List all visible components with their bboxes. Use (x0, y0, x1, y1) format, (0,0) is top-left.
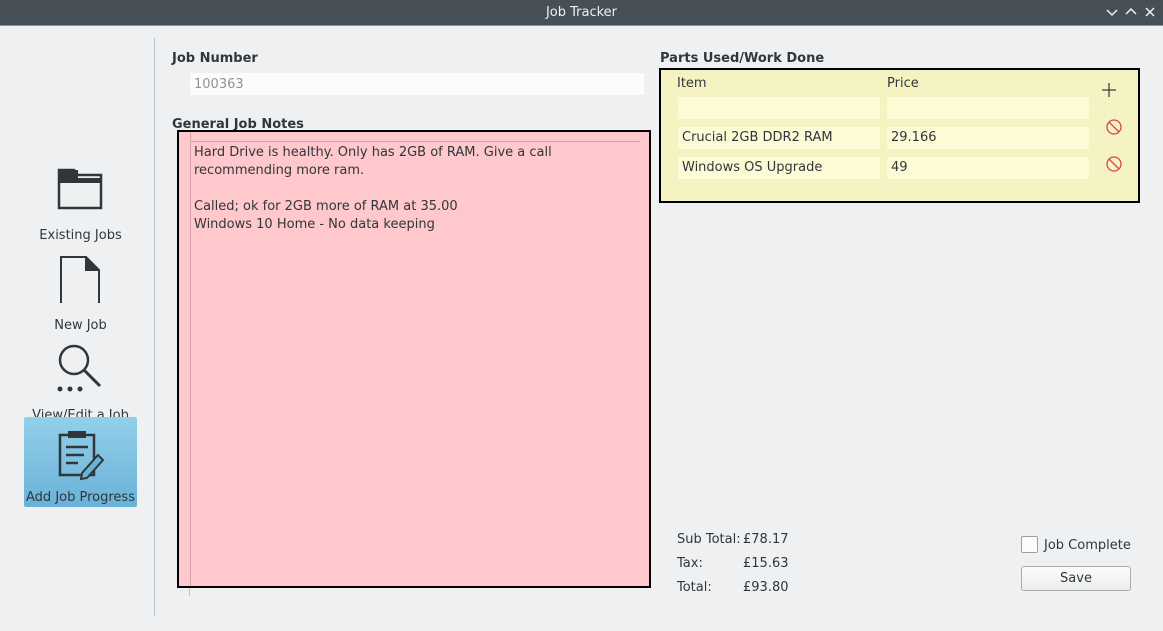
sidebar-item-add-job-progress[interactable]: Add Job Progress (24, 417, 137, 507)
sidebar-item-new-job[interactable]: New Job (24, 243, 137, 333)
price-column-header: Price (887, 76, 919, 91)
notes-textarea[interactable]: Hard Drive is healthy. Only has 2GB of R… (177, 130, 651, 588)
notes-edge (189, 588, 190, 596)
close-icon[interactable] (1142, 4, 1158, 20)
remove-icon[interactable] (1105, 155, 1123, 173)
window-title: Job Tracker (545, 5, 618, 20)
job-number-field[interactable] (190, 73, 644, 95)
sidebar-item-existing-jobs[interactable]: Existing Jobs (24, 153, 137, 243)
job-number-label: Job Number (172, 51, 258, 66)
sidebar-item-view-edit-job[interactable]: View/Edit a Job (24, 333, 137, 423)
part-item-cell[interactable]: Crucial 2GB DDR2 RAM (678, 127, 880, 149)
add-icon[interactable] (1100, 81, 1118, 99)
sidebar-item-label: New Job (54, 318, 107, 333)
edit-list-icon (54, 429, 106, 481)
parts-table: Item Price Crucial 2GB DDR2 RAM 29.166 W… (659, 68, 1140, 203)
total-label: Total: (677, 580, 712, 595)
search-icon (54, 341, 106, 393)
sidebar-divider (154, 38, 155, 616)
subtotal-value: £78.17 (743, 532, 789, 547)
sidebar-item-label: Add Job Progress (26, 490, 135, 505)
job-complete-checkbox[interactable] (1021, 536, 1038, 553)
parts-label: Parts Used/Work Done (660, 51, 825, 66)
part-price-cell[interactable]: 49 (887, 157, 1089, 179)
notes-top-line (190, 141, 640, 142)
notes-text: Hard Drive is healthy. Only has 2GB of R… (194, 145, 552, 232)
tax-value: £15.63 (743, 556, 789, 571)
new-price-input[interactable] (887, 97, 1089, 119)
total-value: £93.80 (743, 580, 789, 595)
job-complete-label: Job Complete (1044, 538, 1131, 553)
item-column-header: Item (677, 76, 707, 91)
save-button[interactable]: Save (1021, 566, 1131, 591)
part-price-cell[interactable]: 29.166 (887, 127, 1089, 149)
part-item-cell[interactable]: Windows OS Upgrade (678, 157, 880, 179)
notes-margin-line (190, 132, 191, 586)
minimize-icon[interactable] (1104, 4, 1120, 20)
folder-icon (54, 161, 106, 213)
subtotal-label: Sub Total: (677, 532, 741, 547)
document-icon (54, 251, 106, 305)
remove-icon[interactable] (1105, 118, 1123, 136)
new-item-input[interactable] (678, 97, 880, 119)
title-bar: Job Tracker (0, 0, 1163, 26)
sidebar: Existing Jobs New Job View/Edit a Job Ad… (0, 26, 155, 616)
maximize-icon[interactable] (1123, 4, 1139, 20)
sidebar-item-label: Existing Jobs (39, 228, 122, 243)
tax-label: Tax: (677, 556, 703, 571)
